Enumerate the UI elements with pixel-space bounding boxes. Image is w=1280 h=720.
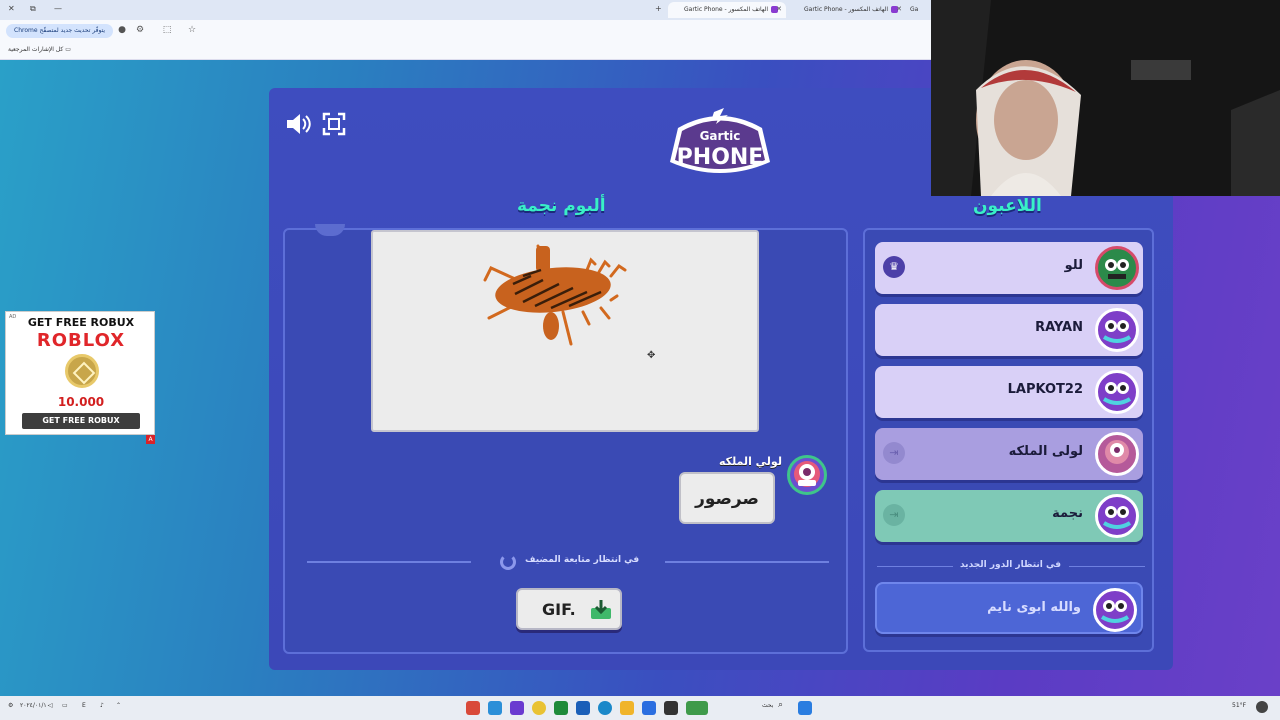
tab-gartic-2[interactable]: ✕ Gartic Phone - الهاتف المكسور xyxy=(788,2,906,18)
author-name: لولي الملكه xyxy=(719,455,782,468)
windows-start-icon[interactable] xyxy=(798,701,812,715)
bookmarks-bar: كل الإشارات المرجعية ▭ xyxy=(0,42,931,60)
logo-bottom-text: PHONE xyxy=(677,145,764,170)
album-title: ألبوم نجمة xyxy=(517,196,606,216)
extensions-icon[interactable]: ⚙ xyxy=(134,24,146,36)
install-app-icon[interactable]: ⬚ xyxy=(161,24,173,36)
store-icon[interactable] xyxy=(642,701,656,715)
excel-icon[interactable] xyxy=(554,701,568,715)
app-icon[interactable] xyxy=(510,701,524,715)
search-label[interactable]: بحث xyxy=(762,702,773,709)
close-window-icon[interactable]: ✕ xyxy=(8,4,15,13)
file-explorer-icon[interactable] xyxy=(620,701,634,715)
webcam-overlay xyxy=(931,0,1280,196)
folder-icon: ▭ xyxy=(65,46,71,53)
tab-gartic-1[interactable]: ✕ Gartic Phone - الهاتف المكسور xyxy=(668,2,786,18)
restore-window-icon[interactable]: ⧉ xyxy=(30,4,36,14)
player-row[interactable]: RAYAN xyxy=(875,304,1143,356)
weather-text: 51°F xyxy=(1232,702,1247,709)
download-icon xyxy=(591,600,611,619)
all-bookmarks-link[interactable]: كل الإشارات المرجعية ▭ xyxy=(8,46,71,53)
player-avatar xyxy=(1095,246,1139,290)
robux-coin-icon xyxy=(65,354,99,388)
album-panel: ✥ لولي الملكه صرصور في انتظار متابعة الم… xyxy=(283,224,848,654)
exit-icon: ⇥ xyxy=(883,504,905,526)
terminal-icon[interactable] xyxy=(664,701,678,715)
edge-icon[interactable] xyxy=(598,701,612,715)
bookmark-star-icon[interactable]: ☆ xyxy=(186,24,198,36)
outlook-icon[interactable] xyxy=(576,701,590,715)
gartic-phone-logo: Gartic PHONE xyxy=(658,106,782,180)
player-row[interactable]: LAPKOT22 xyxy=(875,366,1143,418)
download-gif-button[interactable]: GIF. xyxy=(516,588,622,630)
windows-taskbar: ⚙ ٢٠٢٤/٠١/١٠ ◁ ▭ E ♪ ⌃ بحث ⌕ 51°F xyxy=(0,696,1280,720)
player-avatar xyxy=(1095,370,1139,414)
volume-icon[interactable] xyxy=(283,110,313,138)
ad-cta-button[interactable]: GET FREE ROBUX xyxy=(22,413,140,429)
tab-gartic-3[interactable]: Ga xyxy=(906,2,931,18)
exit-icon: ⇥ xyxy=(883,442,905,464)
ad-brand-logo: ROBLOX xyxy=(36,330,126,351)
waiting-host-text: في انتظار متابعة المضيف xyxy=(525,555,640,565)
player-row[interactable]: ♛ للو xyxy=(875,242,1143,294)
player-avatar xyxy=(1095,494,1139,538)
author-avatar xyxy=(787,455,827,495)
logo-top-text: Gartic xyxy=(700,129,741,143)
app-icon[interactable] xyxy=(488,701,502,715)
minimize-window-icon[interactable]: — xyxy=(54,4,62,13)
profile-icon[interactable]: ● xyxy=(116,24,128,36)
player-avatar xyxy=(1095,432,1139,476)
browser-tab-strip: ✕ ⧉ — + ✕ Gartic Phone - الهاتف المكسور … xyxy=(0,0,931,20)
battery-icon[interactable]: ▭ xyxy=(62,702,68,709)
players-panel: ♛ للو RAYAN LAPKOT22 ⇥ لولى الملكه ⇥ نجم… xyxy=(863,228,1154,652)
weather-icon[interactable] xyxy=(1256,701,1268,713)
ad-amount: 10.000 xyxy=(57,395,105,409)
close-tab-icon[interactable]: ✕ xyxy=(776,5,782,13)
gif-label: GIF. xyxy=(542,600,576,619)
divider xyxy=(307,561,471,563)
ad-choices-icon[interactable]: A xyxy=(146,435,155,444)
player-avatar xyxy=(1095,308,1139,352)
language-icon[interactable]: E xyxy=(82,702,86,709)
app-icon[interactable] xyxy=(466,701,480,715)
guess-text: صرصور xyxy=(679,472,775,524)
crown-icon: ♛ xyxy=(883,256,905,278)
mic-icon[interactable]: ♪ xyxy=(100,702,104,709)
player-row[interactable]: ⇥ نجمة xyxy=(875,490,1143,542)
player-row[interactable]: ⇥ لولى الملكه xyxy=(875,428,1143,480)
divider xyxy=(665,561,829,563)
waiting-next-round-text: في انتظار الدور الجديد xyxy=(959,560,1062,570)
browser-toolbar: Chrome يتوفّر تحديث جديد لمتصفّح ● ⚙ ⬚ ☆ xyxy=(0,20,931,42)
player-avatar xyxy=(1093,588,1137,632)
close-tab-icon[interactable]: ✕ xyxy=(896,5,902,13)
waiting-player-row[interactable]: والله ابوى نايم xyxy=(875,582,1143,634)
chrome-icon[interactable] xyxy=(532,701,546,715)
fullscreen-icon[interactable] xyxy=(319,110,349,138)
loading-spinner-icon xyxy=(500,554,516,570)
mouse-cursor-icon: ✥ xyxy=(647,350,656,361)
network-icon[interactable]: ⚙ xyxy=(8,702,13,709)
scroll-knob xyxy=(315,224,345,236)
tray-expand-icon[interactable]: ⌃ xyxy=(116,702,121,709)
new-tab-icon[interactable]: + xyxy=(655,4,662,13)
drawing-card: ✥ xyxy=(371,230,759,432)
chrome-update-button[interactable]: Chrome يتوفّر تحديث جديد لمتصفّح xyxy=(6,24,114,38)
search-icon[interactable]: ⌕ xyxy=(778,700,783,710)
ad-headline: GET FREE ROBUX xyxy=(27,316,135,329)
players-title: اللاعبون xyxy=(973,196,1042,216)
volume-tray-icon[interactable]: ◁ xyxy=(48,702,53,709)
taskbar-date: ٢٠٢٤/٠١/١٠ xyxy=(20,702,50,709)
widget-icon[interactable] xyxy=(686,701,708,715)
cockroach-drawing xyxy=(483,244,627,346)
robux-ad[interactable]: AD GET FREE ROBUX ROBLOX 10.000 GET FREE… xyxy=(5,311,155,435)
